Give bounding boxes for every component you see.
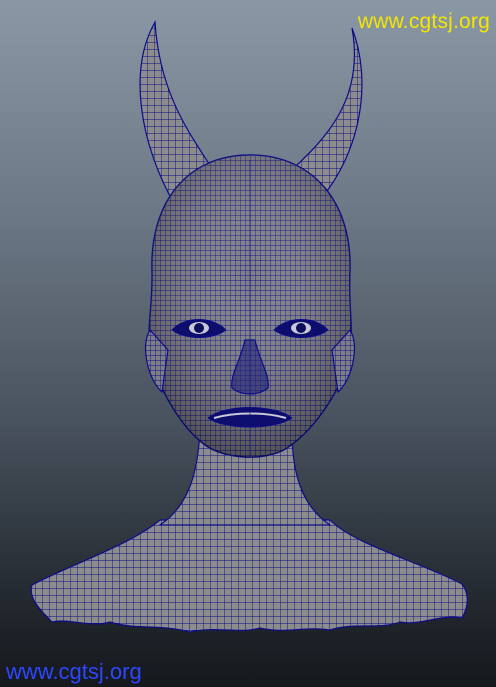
watermark-bottom: www.cgtsj.org bbox=[6, 659, 142, 684]
shoulders-mesh bbox=[30, 519, 468, 633]
3d-viewport[interactable]: www.cgtsj.org www.cgtsj.org bbox=[0, 0, 496, 687]
watermark-top: www.cgtsj.org bbox=[357, 10, 490, 33]
wireframe-model[interactable] bbox=[0, 0, 496, 687]
